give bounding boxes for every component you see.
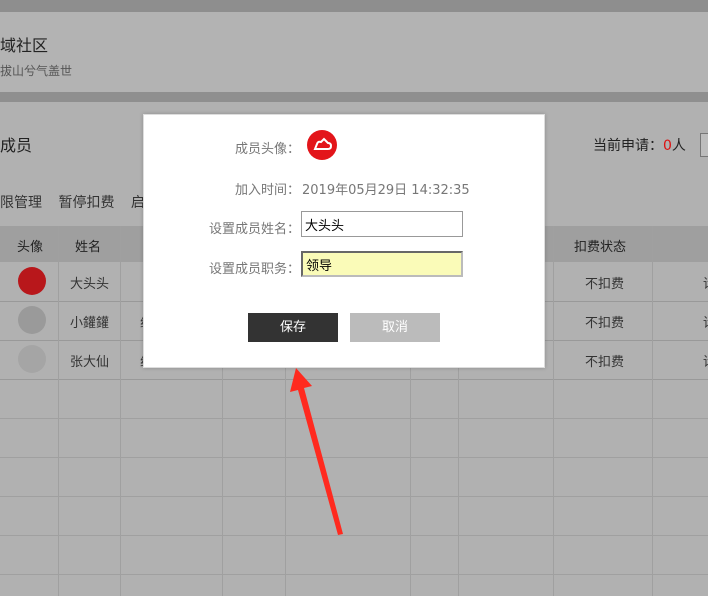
annotation-arrow-icon xyxy=(290,368,343,535)
